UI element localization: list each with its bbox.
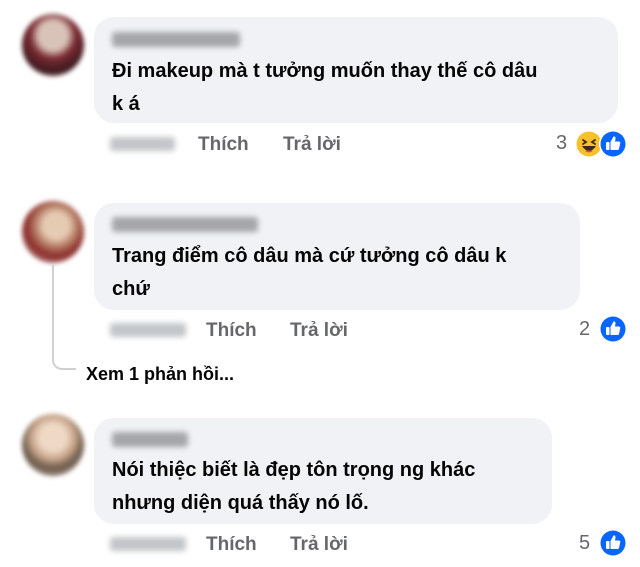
reaction-count: 3 — [556, 132, 568, 154]
avatar[interactable] — [22, 14, 84, 76]
commenter-name[interactable] — [112, 32, 240, 47]
reply-button[interactable]: Trả lời — [290, 320, 348, 342]
reaction-count: 2 — [579, 318, 591, 340]
comment-text: Trang điểm cô dâu mà cứ tưởng cô dâu k c… — [112, 245, 507, 300]
reply-button[interactable]: Trả lời — [283, 134, 341, 156]
avatar[interactable] — [22, 414, 84, 476]
comment-text: Nói thiệc biết là đẹp tôn trọng ng khác … — [112, 459, 476, 514]
timestamp[interactable] — [110, 537, 186, 551]
timestamp[interactable] — [110, 323, 186, 337]
see-replies-link[interactable]: Xem 1 phản hồi... — [86, 364, 234, 385]
commenter-name[interactable] — [112, 217, 258, 232]
avatar[interactable] — [22, 201, 84, 263]
like-icon — [599, 529, 627, 557]
like-button[interactable]: Thích — [206, 320, 257, 342]
like-button[interactable]: Thích — [206, 534, 257, 556]
timestamp[interactable] — [110, 137, 175, 151]
reply-button[interactable]: Trả lời — [290, 534, 348, 556]
comment-text: Đi makeup mà t tưởng muốn thay thế cô dâ… — [112, 60, 538, 115]
like-button[interactable]: Thích — [198, 134, 249, 156]
commenter-name[interactable] — [112, 432, 188, 447]
thread-line — [52, 265, 76, 370]
like-icon — [599, 315, 627, 343]
like-icon — [599, 130, 627, 158]
reaction-count: 5 — [579, 532, 591, 554]
